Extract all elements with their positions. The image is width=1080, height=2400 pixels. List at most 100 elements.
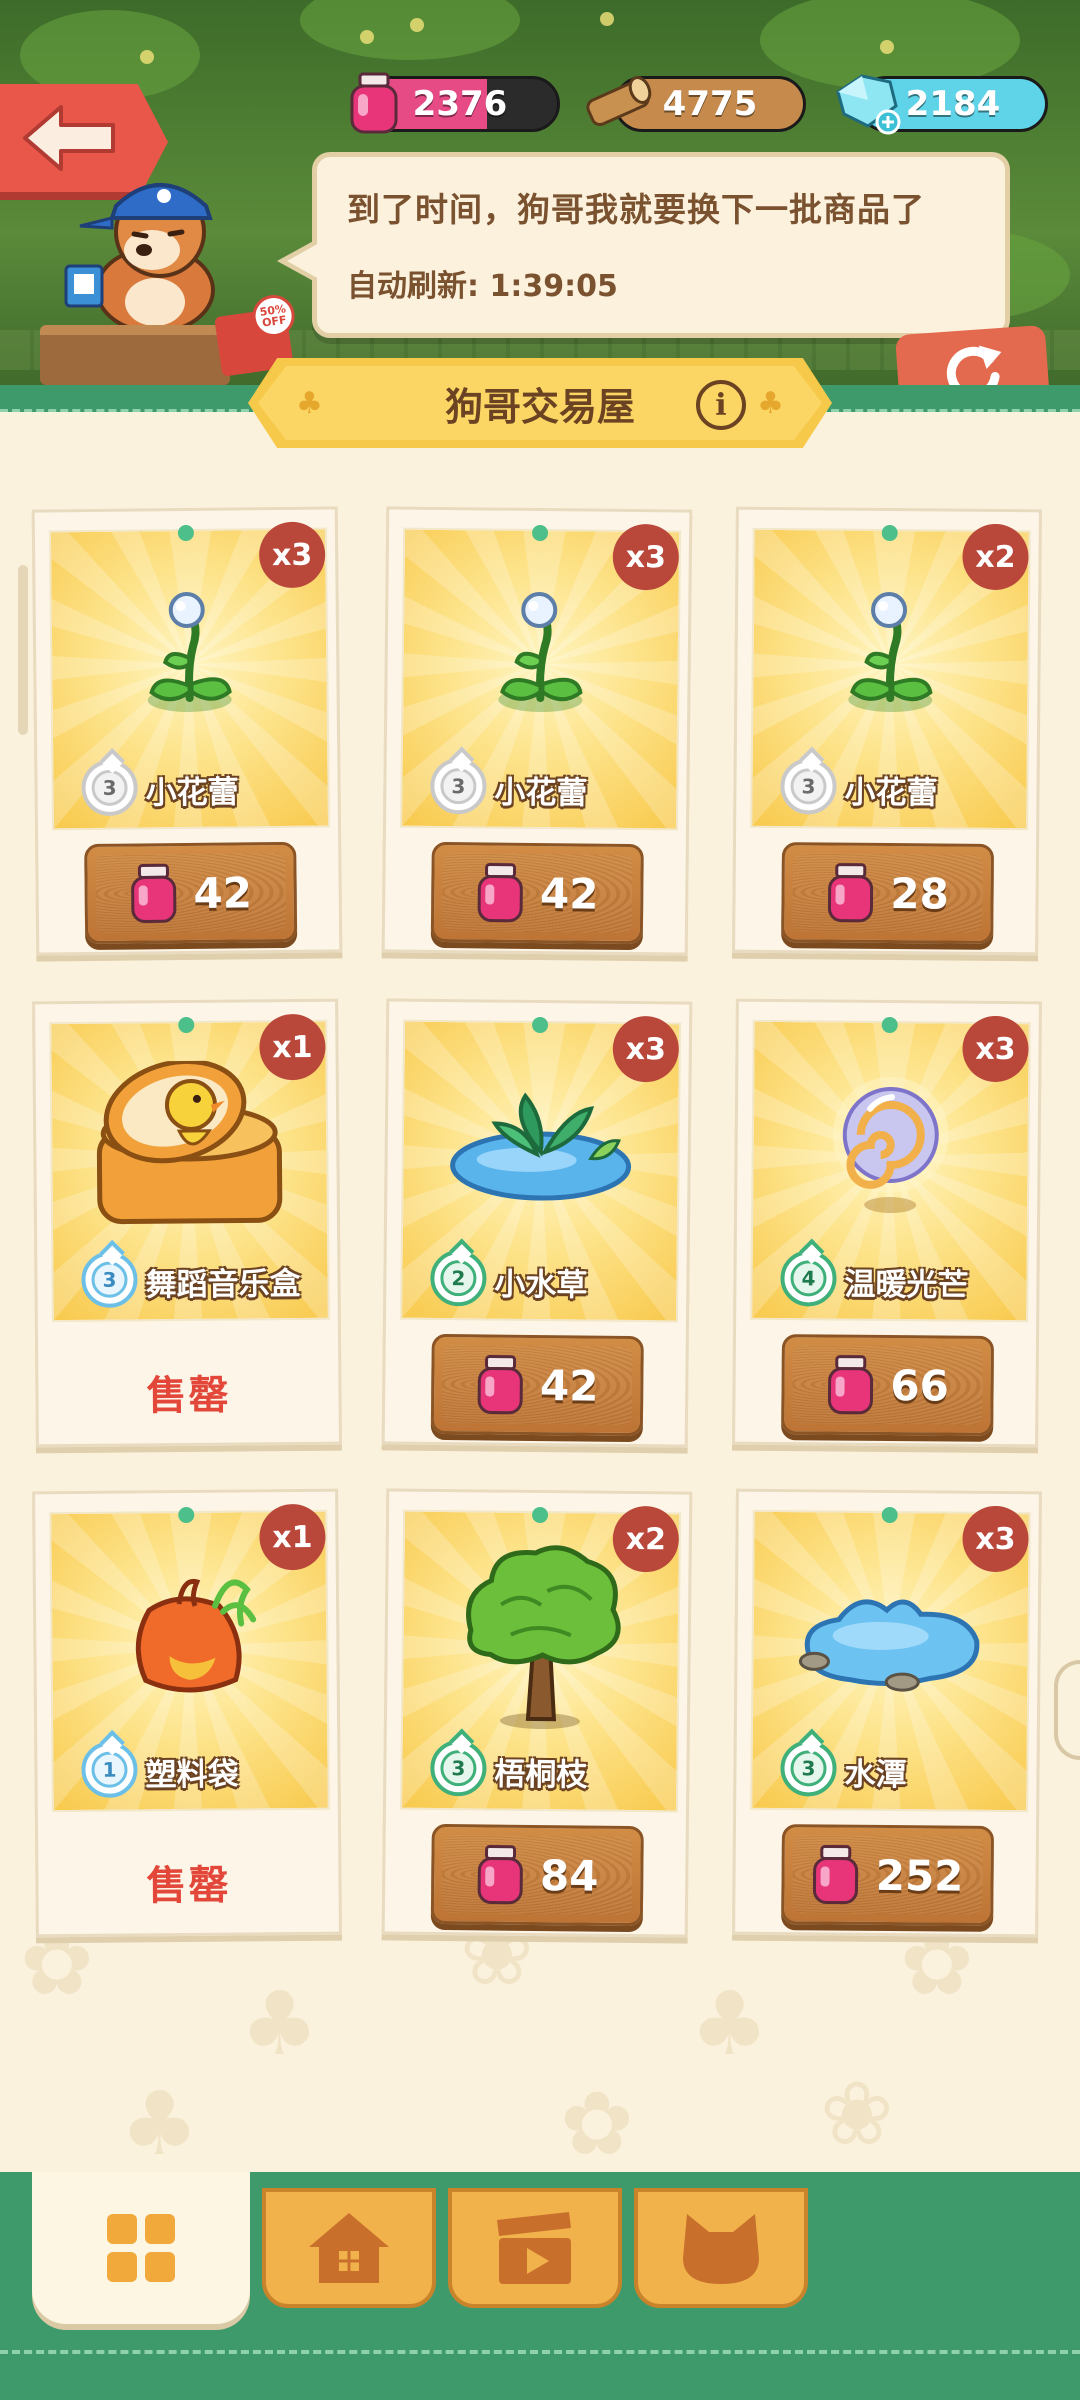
pin-icon (531, 1016, 549, 1034)
potion-jar-icon (827, 863, 873, 923)
quantity-badge: x3 (962, 1015, 1029, 1083)
quantity-badge: x3 (962, 1505, 1029, 1573)
potion-jar-icon (827, 1355, 873, 1415)
price-value: 42 (193, 867, 253, 918)
cat-icon (683, 2214, 759, 2284)
tab-home[interactable] (262, 2188, 436, 2308)
flower-bud-icon (129, 588, 250, 723)
pin-icon (881, 524, 898, 542)
plastic-bag-icon (119, 1560, 260, 1715)
club-icon: ♣ (757, 386, 784, 421)
item-name: 小花蕾 (494, 774, 588, 812)
buy-button[interactable]: 42 (430, 1333, 644, 1437)
flower-bud-icon (480, 588, 601, 723)
sold-out-label: 售罄 (146, 1862, 231, 1910)
item-name: 小水草 (494, 1266, 588, 1304)
buy-button[interactable]: 42 (430, 841, 644, 945)
video-icon (497, 2212, 571, 2284)
shop-item-card[interactable]: x2 3 梧桐枝 84 (381, 1488, 693, 1938)
quantity-badge: x2 (962, 523, 1029, 591)
wood-log-icon (586, 76, 652, 127)
merchant-message: 到了时间，狗哥我就要换下一批商品了 (347, 190, 925, 229)
house-icon (309, 2213, 389, 2283)
auto-refresh-timer: 1:39:05 (489, 269, 618, 304)
price-value: 42 (539, 868, 599, 919)
shop-counter (40, 325, 230, 385)
level-badge: 3 (81, 759, 138, 817)
pin-icon (531, 1506, 549, 1524)
buy-button[interactable]: 66 (781, 1334, 995, 1436)
item-name: 小花蕾 (844, 774, 938, 812)
side-drawer-handle[interactable] (1054, 1660, 1080, 1760)
shop-item-card[interactable]: x3 2 小水草 42 (381, 998, 693, 1448)
quantity-badge: x3 (258, 521, 326, 589)
quantity-badge: x1 (259, 1503, 326, 1571)
flower-bud-icon (830, 588, 951, 723)
arrow-left-icon (23, 105, 115, 171)
pin-icon (531, 524, 549, 542)
item-name: 小花蕾 (145, 774, 239, 812)
level-badge: 1 (81, 1741, 138, 1798)
level-badge: 3 (780, 758, 837, 815)
item-name: 塑料袋 (145, 1756, 239, 1794)
pin-icon (178, 1016, 195, 1034)
pin-icon (881, 1506, 898, 1524)
price-value: 66 (890, 1360, 950, 1411)
scroll-indicator[interactable] (18, 565, 28, 735)
level-badge: 3 (430, 1739, 487, 1797)
auto-refresh-row: 自动刷新: 1:39:05 (347, 261, 975, 305)
tab-video[interactable] (448, 2188, 622, 2308)
level-badge: 2 (430, 1249, 487, 1307)
buy-button[interactable]: 84 (430, 1823, 644, 1927)
buy-button[interactable]: 252 (781, 1824, 995, 1926)
tab-cat[interactable] (634, 2188, 808, 2308)
item-name: 舞蹈音乐盒 (145, 1266, 301, 1304)
gem-icon[interactable] (832, 70, 904, 136)
shop-item-card[interactable]: x2 3 小花蕾 28 (732, 506, 1042, 956)
buy-button[interactable]: 28 (781, 842, 995, 944)
shop-item-card[interactable]: x3 3 小花蕾 42 (31, 506, 343, 956)
potion-jar-icon (477, 863, 523, 923)
club-icon: ♣ (296, 386, 323, 421)
shop-item-card[interactable]: x3 4 温暖光芒 66 (732, 998, 1042, 1448)
shop-title: 狗哥交易屋 (444, 384, 635, 429)
tree-icon (450, 1534, 632, 1740)
level-badge: 3 (780, 1740, 837, 1797)
potion-jar-icon (477, 1355, 523, 1415)
item-name: 温暖光芒 (844, 1266, 969, 1304)
potion-jar-icon (477, 1845, 523, 1905)
shop-item-card[interactable]: x3 3 小花蕾 42 (381, 506, 693, 956)
potion-jar-icon (350, 72, 398, 134)
shop-item-card[interactable]: x3 3 水潭 252 (732, 1488, 1042, 1938)
pin-icon (177, 524, 195, 542)
pin-icon (178, 1506, 195, 1524)
music-box-icon (79, 1059, 301, 1246)
warm-orb-icon (815, 1065, 966, 1230)
level-badge: 3 (81, 1251, 138, 1308)
quantity-badge: x3 (612, 523, 680, 591)
price-value: 42 (539, 1360, 599, 1411)
grid-icon (107, 2214, 175, 2282)
shop-item-card[interactable]: x1 3 舞蹈音乐盒 售罄 (32, 998, 342, 1448)
price-value: 252 (875, 1850, 964, 1901)
price-value: 84 (539, 1850, 599, 1901)
pin-icon (881, 1016, 898, 1034)
tab-shop[interactable] (32, 2172, 250, 2324)
water-grass-icon (440, 1079, 641, 1215)
price-value: 28 (890, 868, 950, 919)
buy-button[interactable]: 42 (84, 841, 298, 945)
potion-jar-icon (130, 863, 177, 923)
level-badge: 3 (430, 757, 487, 815)
quantity-badge: x2 (612, 1505, 680, 1573)
shop-item-card[interactable]: x1 1 塑料袋 售罄 (32, 1488, 342, 1938)
item-name: 水潭 (844, 1756, 907, 1794)
pond-icon (790, 1569, 991, 1705)
auto-refresh-label: 自动刷新: (347, 269, 479, 304)
potion-jar-icon (813, 1844, 859, 1905)
dog-merchant-avatar (64, 183, 215, 330)
level-badge: 4 (780, 1250, 837, 1307)
info-icon[interactable]: i (696, 380, 746, 430)
quantity-badge: x3 (612, 1015, 680, 1083)
merchant-speech-bubble: 到了时间，狗哥我就要换下一批商品了 自动刷新: 1:39:05 (277, 152, 1010, 338)
quantity-badge: x1 (259, 1013, 326, 1081)
